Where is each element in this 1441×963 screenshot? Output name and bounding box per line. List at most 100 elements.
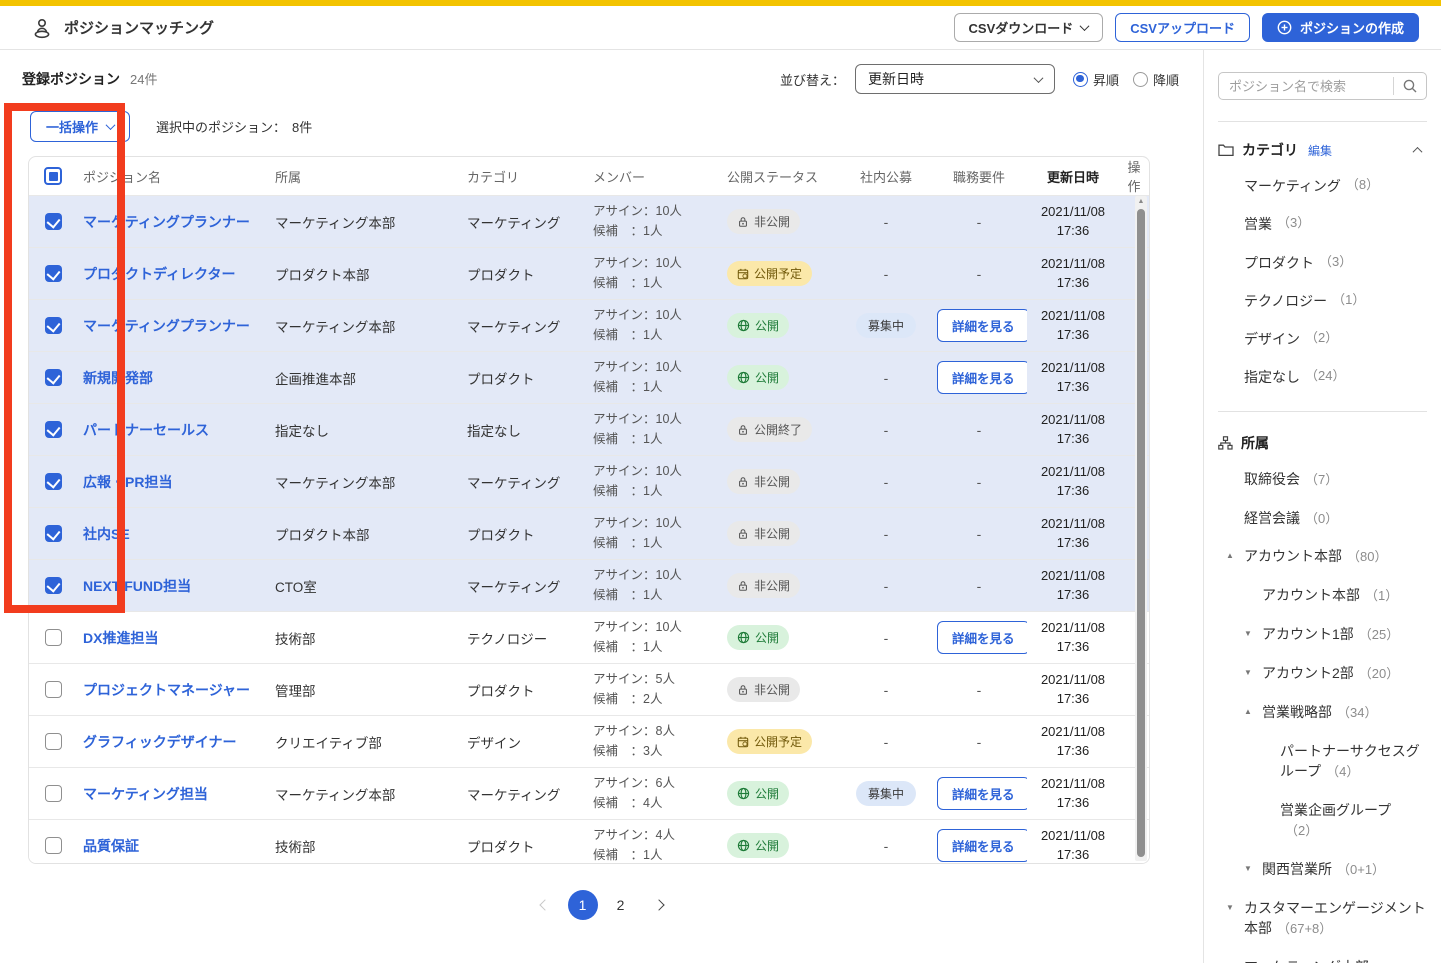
category-item[interactable]: プロダクト（3） [1218,244,1427,282]
affiliation-item[interactable]: アカウント本部（1） [1218,576,1427,615]
category-cell: マーケティング [461,212,587,232]
affiliation-item[interactable]: ▼アカウント1部（25） [1218,615,1427,654]
row-checkbox[interactable] [45,473,62,490]
category-edit-link[interactable]: 編集 [1308,142,1332,159]
members-cell: アサイン：10人 候補 ：1人 [587,566,721,605]
csv-download-button[interactable]: CSVダウンロード [954,13,1104,42]
csv-upload-button[interactable]: CSVアップロード [1115,13,1250,42]
position-list-main: 登録ポジション 24件 並び替え： 更新日時 昇順 降順 [0,50,1203,963]
internal-recruitment-cell: - [841,630,931,646]
triangle-down-icon[interactable]: ▼ [1244,859,1262,879]
row-checkbox[interactable] [45,213,62,230]
view-details-button[interactable]: 詳細を見る [937,777,1027,810]
view-details-button[interactable]: 詳細を見る [937,361,1027,394]
pagination-prev-button[interactable] [530,890,560,920]
triangle-down-icon[interactable]: ▼ [1226,898,1244,918]
header-internal-recruitment: 社内公募 [841,167,931,186]
registered-positions-label: 登録ポジション [22,69,120,89]
internal-recruitment-cell: - [841,682,931,698]
scroll-up-arrow-icon[interactable]: ▲ [1135,196,1147,208]
bulk-action-button[interactable]: 一括操作 [30,111,130,142]
row-checkbox[interactable] [45,265,62,282]
category-item[interactable]: マーケティング（8） [1218,167,1427,205]
position-name-link[interactable]: グラフィックデザイナー [83,734,236,750]
view-details-button[interactable]: 詳細を見る [937,309,1027,342]
select-all-checkbox[interactable] [44,167,62,185]
search-icon[interactable] [1394,78,1426,94]
row-checkbox[interactable] [45,421,62,438]
sort-ascending-radio[interactable]: 昇順 [1073,70,1119,89]
app-header: ポジションマッチング CSVダウンロード CSVアップロード ポジションの作成 [0,6,1441,50]
triangle-up-icon[interactable]: ▲ [1226,546,1244,566]
position-name-link[interactable]: 社内SE [83,526,130,542]
position-name-link[interactable]: マーケティング担当 [83,786,208,802]
triangle-up-icon[interactable]: ▲ [1244,702,1262,722]
table-row: グラフィックデザイナー クリエイティブ部 デザイン アサイン：8人 候補 ：3人… [29,715,1149,767]
position-name-link[interactable]: プロダクトディレクター [83,266,235,282]
affiliation-item[interactable]: ▼マーケティング本部（24+3） [1218,948,1427,963]
table-scrollbar[interactable]: ▲ [1135,196,1147,861]
pagination-page-2[interactable]: 2 [606,890,636,920]
row-checkbox[interactable] [45,317,62,334]
category-item[interactable]: 指定なし（24） [1218,358,1427,396]
updated-at-cell: 2021/11/08 17:36 [1027,723,1119,761]
position-name-link[interactable]: マーケティングプランナー [83,214,250,230]
affiliation-item[interactable]: ▼カスタマーエンゲージメント本部（67+8） [1218,889,1427,948]
job-requirements-cell: - [931,214,1027,230]
position-name-link[interactable]: 新規開発部 [83,370,153,386]
sort-descending-radio[interactable]: 降順 [1133,70,1179,89]
row-checkbox[interactable] [45,369,62,386]
triangle-down-icon[interactable]: ▼ [1244,624,1262,644]
chevron-up-icon[interactable] [1413,146,1423,156]
members-cell: アサイン：8人 候補 ：3人 [587,722,721,761]
row-checkbox[interactable] [45,629,62,646]
category-cell: プロダクト [461,836,587,856]
affiliation-item[interactable]: ▼関西営業所（0+1） [1218,850,1427,889]
position-name-link[interactable]: DX推進担当 [83,630,158,646]
publish-status-badge: 公開 [727,365,789,390]
triangle-down-icon[interactable]: ▼ [1226,957,1244,963]
row-checkbox[interactable] [45,733,62,750]
position-name-link[interactable]: マーケティングプランナー [83,318,250,334]
job-requirements-cell: - [931,734,1027,750]
affiliation-item[interactable]: 経営会議（0） [1218,499,1427,538]
row-checkbox[interactable] [45,837,62,854]
affiliation-item[interactable]: ▲アカウント本部（80） [1218,537,1427,576]
pagination-next-button[interactable] [644,890,674,920]
job-requirements-cell: - [931,526,1027,542]
affiliation-item[interactable]: 取締役会（7） [1218,460,1427,499]
category-cell: デザイン [461,732,587,752]
internal-recruitment-cell: - [841,214,931,230]
position-name-link[interactable]: 広報・PR担当 [83,474,172,490]
row-checkbox[interactable] [45,681,62,698]
position-name-link[interactable]: プロジェクトマネージャー [83,682,250,698]
category-item[interactable]: テクノロジー（1） [1218,282,1427,320]
position-name-link[interactable]: NEXT FUND担当 [83,578,191,594]
row-checkbox[interactable] [45,525,62,542]
header-updated-at: 更新日時 [1027,167,1119,186]
category-item[interactable]: デザイン（2） [1218,320,1427,358]
status-icon [737,580,749,592]
affiliation-item[interactable]: パートナーサクセスグループ（4） [1218,732,1427,791]
position-search-input[interactable] [1219,79,1393,94]
affiliation-item[interactable]: 営業企画グループ（2） [1218,791,1427,850]
row-checkbox[interactable] [45,577,62,594]
affiliation-item[interactable]: ▼アカウント2部（20） [1218,654,1427,693]
scrollbar-thumb[interactable] [1137,209,1145,857]
category-cell: プロダクト [461,524,587,544]
pagination: 1 2 [0,890,1203,920]
view-details-button[interactable]: 詳細を見る [937,621,1027,654]
create-position-button[interactable]: ポジションの作成 [1262,13,1419,42]
category-item[interactable]: 営業（3） [1218,205,1427,243]
position-name-link[interactable]: パートナーセールス [83,422,209,438]
row-checkbox[interactable] [45,785,62,802]
view-details-button[interactable]: 詳細を見る [937,829,1027,862]
affiliation-item[interactable]: ▲営業戦略部（34） [1218,693,1427,732]
pagination-page-1[interactable]: 1 [568,890,598,920]
status-icon [737,528,749,540]
position-name-link[interactable]: 品質保証 [83,838,139,854]
status-icon [737,319,750,332]
sort-select[interactable]: 更新日時 [855,64,1055,94]
internal-recruitment-cell: - [841,526,931,542]
triangle-down-icon[interactable]: ▼ [1244,663,1262,683]
